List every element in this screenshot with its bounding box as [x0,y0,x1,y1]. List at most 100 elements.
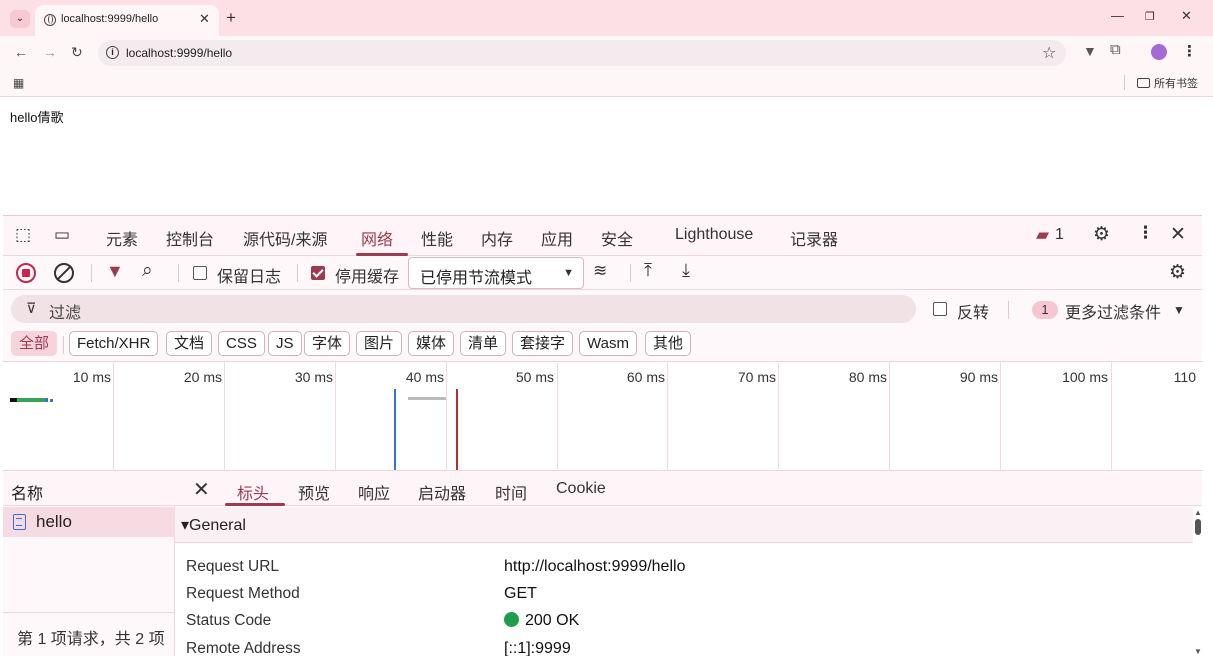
new-tab-plus-icon[interactable]: + [226,8,236,28]
tab-console[interactable]: 控制台 [166,226,214,250]
more-options-icon[interactable]: ⋮ [1137,223,1154,243]
chip-other[interactable]: 其他 [645,331,692,356]
site-info-icon[interactable]: i [106,46,119,59]
tab-title: localhost:9999/hello [61,13,159,25]
timeline-tick-label: 10 ms [72,369,111,385]
export-har-icon[interactable]: ⤓ [682,260,690,281]
tab-security[interactable]: 安全 [601,226,633,250]
chip-websocket[interactable]: 套接字 [512,331,574,356]
apps-grid-icon[interactable]: ▦ [13,76,24,90]
detail-scrollbar[interactable]: ▲ ▼ [1193,507,1202,656]
general-section-header[interactable]: ▾General [175,507,1193,543]
network-toolbar: ▼ ⌕ 保留日志 停用缓存 已停用节流模式 ▼ ≋ ⤒ ⤓ ⚙ [3,256,1202,290]
chip-image[interactable]: 图片 [356,331,403,356]
forward-arrow-icon[interactable]: → [43,44,57,60]
active-detail-tab-indicator [225,503,285,506]
scroll-down-icon[interactable]: ▼ [1194,647,1202,656]
filter-input[interactable]: ⊽ 过滤 [11,295,916,323]
tab-performance[interactable]: 性能 [421,226,453,250]
back-arrow-icon[interactable]: ← [14,44,28,60]
network-conditions-wifi-icon[interactable]: ≋ [593,261,607,281]
issues-message-icon[interactable]: ▰ [1036,225,1049,245]
tab-lighthouse[interactable]: Lighthouse [675,226,753,244]
issues-count[interactable]: 1 [1055,226,1064,244]
chip-manifest[interactable]: 清单 [460,331,507,356]
chip-wasm[interactable]: Wasm [579,331,637,356]
bookmark-star-icon[interactable]: ☆ [1042,43,1056,63]
restore-icon[interactable]: ❐ [1145,10,1155,23]
preserve-log-checkbox[interactable] [193,266,207,280]
extensions-puzzle-icon[interactable]: ⧉ [1110,41,1121,58]
all-bookmarks-folder[interactable]: 所有书签 [1137,75,1198,91]
network-settings-gear-icon[interactable]: ⚙ [1169,261,1186,284]
device-toolbar-icon[interactable]: ▭ [54,225,70,245]
browser-menu-icon[interactable]: ⋮ [1182,42,1197,60]
chip-css[interactable]: CSS [218,331,265,356]
tab-application[interactable]: 应用 [541,226,573,250]
chip-font[interactable]: 字体 [304,331,351,356]
separator [1008,301,1009,319]
tab-search-chevron-icon[interactable]: ⌄ [10,10,30,28]
tab-network[interactable]: 网络 [361,226,393,250]
inspect-element-icon[interactable]: ⬚ [15,225,31,245]
throttling-select[interactable]: 已停用节流模式 ▼ [408,257,584,289]
chip-media[interactable]: 媒体 [408,331,455,356]
scroll-up-icon[interactable]: ▲ [1194,508,1202,517]
stop-recording-icon[interactable] [16,263,36,283]
invert-checkbox[interactable] [933,302,947,316]
more-filters-dropdown-icon[interactable]: ▼ [1173,303,1185,317]
tab-memory[interactable]: 内存 [481,226,513,250]
preserve-log-label: 保留日志 [217,269,282,286]
tab-elements[interactable]: 元素 [106,226,138,250]
tab-timing[interactable]: 时间 [495,480,527,504]
request-row[interactable]: hello [3,507,175,537]
settings-gear-icon[interactable]: ⚙ [1093,223,1110,246]
timeline-bar-queue [10,398,17,402]
search-icon[interactable]: ⌕ [142,260,153,282]
request-url-value: http://localhost:9999/hello [504,558,686,575]
chip-js[interactable]: JS [268,331,302,356]
window-close-icon[interactable]: ✕ [1181,8,1192,24]
chip-document[interactable]: 文档 [166,331,213,356]
chip-fetch-xhr[interactable]: Fetch/XHR [69,331,159,356]
timeline-tick-label: 60 ms [626,369,665,385]
reload-icon[interactable]: ↻ [71,44,83,61]
tab-headers[interactable]: 标头 [237,480,269,504]
request-detail-panel: ✕ 标头 预览 响应 启动器 时间 Cookie ▾General Reques… [175,472,1202,656]
timeline-gridline [557,362,558,470]
chip-all[interactable]: 全部 [11,331,58,356]
close-devtools-icon[interactable]: ✕ [1170,223,1186,246]
disable-cache-checkbox[interactable] [311,266,325,280]
profile-avatar[interactable] [1151,44,1167,60]
invert-label: 反转 [957,305,990,322]
tab-response[interactable]: 响应 [358,480,390,504]
folder-icon [1137,78,1150,88]
tab-initiator[interactable]: 启动器 [418,480,466,504]
tab-close-icon[interactable]: ✕ [199,11,210,27]
bookmarks-bar: ▦ 所有书签 [0,69,1213,97]
filter-funnel-icon[interactable]: ▼ [106,261,124,282]
tab-cookies[interactable]: Cookie [556,480,606,498]
tab-preview[interactable]: 预览 [298,480,330,504]
timeline-gridline [1111,362,1112,470]
timeline-gridline [1000,362,1001,470]
tab-sources[interactable]: 源代码/来源 [243,226,327,250]
extension-filter-icon[interactable]: ▼ [1083,43,1097,59]
network-overview-timeline[interactable]: 10 ms 20 ms 30 ms 40 ms 50 ms 60 ms 70 m… [3,361,1202,471]
more-filters-button[interactable]: 更多过滤条件 [1065,299,1161,323]
separator [63,336,64,354]
clear-icon[interactable] [54,263,74,283]
address-bar[interactable]: i localhost:9999/hello ☆ [98,40,1066,66]
tab-recorder[interactable]: 记录器 [790,226,838,250]
url-text[interactable]: localhost:9999/hello [126,46,232,60]
import-har-icon[interactable]: ⤒ [644,260,652,281]
timeline-bar-pending [408,397,446,400]
timeline-bar-waiting [17,398,45,402]
close-detail-icon[interactable]: ✕ [193,477,210,502]
minimize-icon[interactable]: — [1111,8,1124,23]
browser-tab[interactable]: localhost:9999/hello ✕ [35,5,219,36]
scrollbar-thumb[interactable] [1195,519,1201,535]
filter-icon: ⊽ [26,300,37,316]
name-column-header[interactable]: 名称 [11,480,43,504]
request-list: 名称 hello 第 1 项请求，共 2 项 [3,472,175,656]
